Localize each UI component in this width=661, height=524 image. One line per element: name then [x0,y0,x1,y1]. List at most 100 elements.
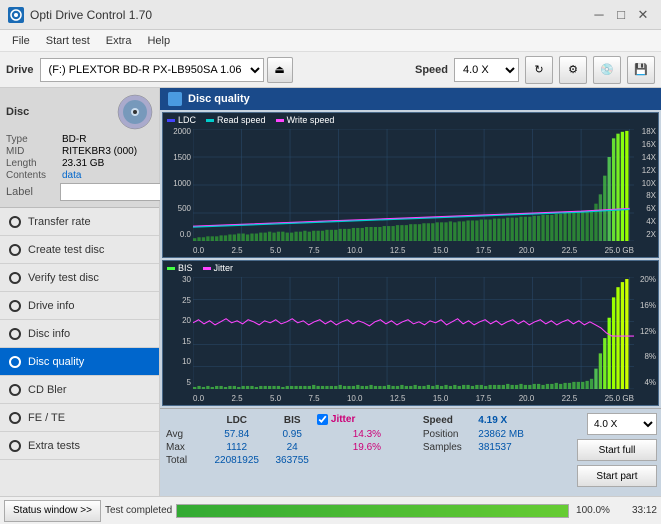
length-value: 23.31 GB [62,158,104,169]
chart2-plot [193,277,634,389]
statusbar: Status window >> Test completed 100.0% 3… [0,496,661,524]
disc-panel-title: Disc [6,106,29,118]
speed-select[interactable]: 4.0 X [454,58,519,82]
drive-select[interactable]: (F:) PLEXTOR BD-R PX-LB950SA 1.06 [40,58,264,82]
row-avg-label: Avg [166,428,206,441]
speed-val: 4.19 X [472,413,535,428]
drivebar: Drive (F:) PLEXTOR BD-R PX-LB950SA 1.06 … [0,52,661,88]
chart2-y-left: 30 25 20 15 10 5 [163,261,193,389]
avg-ldc: 57.84 [206,428,268,441]
disc-mid-row: MID RITEKBR3 (000) [6,146,153,157]
sidebar-item-disc-info[interactable]: Disc info [0,320,159,348]
transfer-rate-icon [8,215,22,229]
chart-ldc: LDC Read speed Write speed 2000 1500 1 [162,112,659,258]
samples-value: 381537 [472,441,535,454]
row-max-label: Max [166,441,206,454]
stats-table: LDC BIS Jitter Speed 4.19 X Avg [166,413,535,467]
menu-extra[interactable]: Extra [98,33,140,49]
disc-quality-header: Disc quality [160,88,661,110]
jitter-checkbox[interactable] [317,414,328,425]
jitter-label: Jitter [331,414,355,425]
main-content: Disc quality LDC Read speed [160,88,661,496]
sidebar-item-verify-test-disc[interactable]: Verify test disc [0,264,159,292]
col-bis: BIS [268,413,317,428]
nav-label-fe-te: FE / TE [28,412,65,424]
maximize-button[interactable]: □ [611,5,631,25]
legend-read-speed-label: Read speed [217,115,266,125]
legend-jitter: Jitter [203,263,234,273]
chart2-y-right: 20% 16% 12% 8% 4% [634,261,658,389]
menu-help[interactable]: Help [139,33,178,49]
sidebar-item-disc-quality[interactable]: Disc quality [0,348,159,376]
sidebar-item-fe-te[interactable]: FE / TE [0,404,159,432]
chart2-legend: BIS Jitter [167,263,233,273]
app-icon [8,7,24,23]
disc-quality-icon [8,355,22,369]
legend-bis-label: BIS [178,263,193,273]
titlebar: Opti Drive Control 1.70 ─ □ ✕ [0,0,661,30]
menubar: File Start test Extra Help [0,30,661,52]
sidebar-item-cd-bler[interactable]: CD Bler [0,376,159,404]
nav-label-extra-tests: Extra tests [28,440,80,452]
status-text: Test completed [105,505,172,516]
window-controls: ─ □ ✕ [589,5,653,25]
settings-button[interactable]: ⚙ [559,56,587,84]
jitter-checkbox-row: Jitter [317,414,417,425]
charts-area: LDC Read speed Write speed 2000 1500 1 [160,110,661,408]
status-window-button[interactable]: Status window >> [4,500,101,522]
max-ldc: 1112 [206,441,268,454]
chart1-plot [193,129,634,241]
nav-label-drive-info: Drive info [28,300,74,312]
menu-start-test[interactable]: Start test [38,33,98,49]
position-value: 23862 MB [472,428,535,441]
sidebar-item-drive-info[interactable]: Drive info [0,292,159,320]
chart1-y-left: 2000 1500 1000 500 0.0 [163,113,193,241]
max-jitter: 19.6% [317,441,417,454]
total-bis: 363755 [268,454,317,467]
legend-jitter-label: Jitter [214,263,234,273]
stats-bar: LDC BIS Jitter Speed 4.19 X Avg [160,408,661,496]
menu-file[interactable]: File [4,33,38,49]
close-button[interactable]: ✕ [633,5,653,25]
refresh-button[interactable]: ↻ [525,56,553,84]
nav-label-disc-info: Disc info [28,328,70,340]
sidebar-item-transfer-rate[interactable]: Transfer rate [0,208,159,236]
speed-label: Speed [415,64,448,76]
chart1-x-labels: 0.0 2.5 5.0 7.5 10.0 12.5 15.0 17.5 20.0… [193,246,634,255]
chart1-y-right: 18X 16X 14X 12X 10X 8X 6X 4X 2X [634,113,658,241]
eject-button[interactable]: ⏏ [267,57,293,83]
type-value: BD-R [62,134,86,145]
avg-bis: 0.95 [268,428,317,441]
nav-label-cd-bler: CD Bler [28,384,67,396]
disc-info-panel: Disc Type BD-R MID RITEKBR3 (000) Length… [0,88,159,208]
legend-write-speed: Write speed [276,115,335,125]
create-test-icon [8,243,22,257]
start-full-button[interactable]: Start full [577,439,657,461]
row-total-label: Total [166,454,206,467]
fe-te-icon [8,411,22,425]
nav-label-create-test-disc: Create test disc [28,244,104,256]
samples-label: Samples [417,441,472,454]
sidebar-item-extra-tests[interactable]: Extra tests [0,432,159,460]
drive-select-area: (F:) PLEXTOR BD-R PX-LB950SA 1.06 ⏏ [40,57,409,83]
contents-key: Contents [6,170,58,181]
progress-bar-fill [177,505,568,517]
status-time: 33:12 [617,505,657,516]
drive-label: Drive [6,64,34,76]
speed-select-stats[interactable]: 4.0 X [587,413,657,435]
disc-image [117,94,153,130]
progress-percent: 100.0% [573,505,613,516]
nav-label-transfer-rate: Transfer rate [28,216,91,228]
cd-bler-icon [8,383,22,397]
contents-value: data [62,170,81,181]
disc-button[interactable]: 💿 [593,56,621,84]
extra-tests-icon [8,439,22,453]
save-button[interactable]: 💾 [627,56,655,84]
minimize-button[interactable]: ─ [589,5,609,25]
sidebar-item-create-test-disc[interactable]: Create test disc [0,236,159,264]
disc-length-row: Length 23.31 GB [6,158,153,169]
stats-left: LDC BIS Jitter Speed 4.19 X Avg [160,409,541,496]
start-part-button[interactable]: Start part [577,465,657,487]
legend-ldc: LDC [167,115,196,125]
avg-jitter: 14.3% [317,428,417,441]
